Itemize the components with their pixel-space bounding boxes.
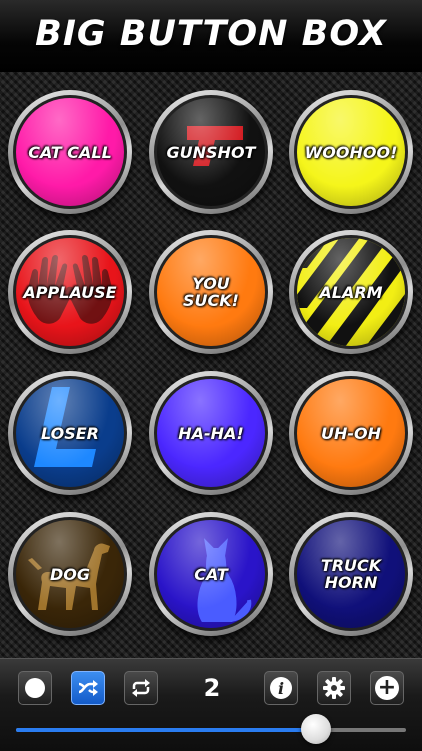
sound-button-uh-oh[interactable]: UH-OH <box>289 371 413 495</box>
app-title: BIG BUTTON BOX <box>35 14 387 54</box>
sound-button-gunshot[interactable]: GUNSHOT <box>149 90 273 214</box>
button-label: GUNSHOT <box>166 142 256 162</box>
button-label: UH-OH <box>320 423 381 443</box>
app-header: BIG BUTTON BOX <box>0 0 422 73</box>
info-button[interactable]: i <box>264 671 298 705</box>
button-label: LOSER <box>41 423 99 443</box>
button-label: APPLAUSE <box>23 282 117 302</box>
sound-button-applause[interactable]: APPLAUSE <box>8 230 132 354</box>
button-label: YOU SUCK! <box>183 274 239 310</box>
settings-button[interactable] <box>317 671 351 705</box>
sound-button-cat-call[interactable]: CAT CALL <box>8 90 132 214</box>
sound-button-grid: CAT CALL GUNSHOT WOOHOO! APPLAUSE YOU SUCK! A… <box>0 72 422 658</box>
sound-button-loser[interactable]: LOSER <box>8 371 132 495</box>
sound-button-ha-ha[interactable]: HA-HA! <box>149 371 273 495</box>
bottom-toolbar: 2 i + <box>0 658 422 751</box>
repeat-button[interactable] <box>124 671 158 705</box>
shuffle-button[interactable] <box>71 671 105 705</box>
button-label: ALARM <box>319 282 383 302</box>
button-label: CAT <box>194 564 228 584</box>
sound-button-truck-horn[interactable]: TRUCK HORN <box>289 512 413 636</box>
sound-counter: 2 <box>203 674 221 702</box>
button-label: HA-HA! <box>178 423 244 443</box>
sound-button-dog[interactable]: DOG <box>8 512 132 636</box>
button-label: WOOHOO! <box>304 142 398 162</box>
shuffle-icon <box>78 680 98 696</box>
button-label: TRUCK HORN <box>320 556 382 592</box>
sound-button-cat[interactable]: CAT <box>149 512 273 636</box>
record-dot-icon <box>25 678 45 698</box>
sound-button-alarm[interactable]: ALARM <box>289 230 413 354</box>
record-button[interactable] <box>18 671 52 705</box>
button-label: CAT CALL <box>28 142 112 162</box>
plus-icon: + <box>375 676 399 700</box>
sound-button-you-suck[interactable]: YOU SUCK! <box>149 230 273 354</box>
button-label: DOG <box>49 564 90 584</box>
volume-slider-fill <box>16 728 317 732</box>
volume-slider-track[interactable] <box>16 728 406 732</box>
sound-button-woohoo[interactable]: WOOHOO! <box>289 90 413 214</box>
gear-icon <box>323 677 345 699</box>
add-button[interactable]: + <box>370 671 404 705</box>
repeat-icon <box>132 679 150 697</box>
info-icon: i <box>270 677 292 699</box>
